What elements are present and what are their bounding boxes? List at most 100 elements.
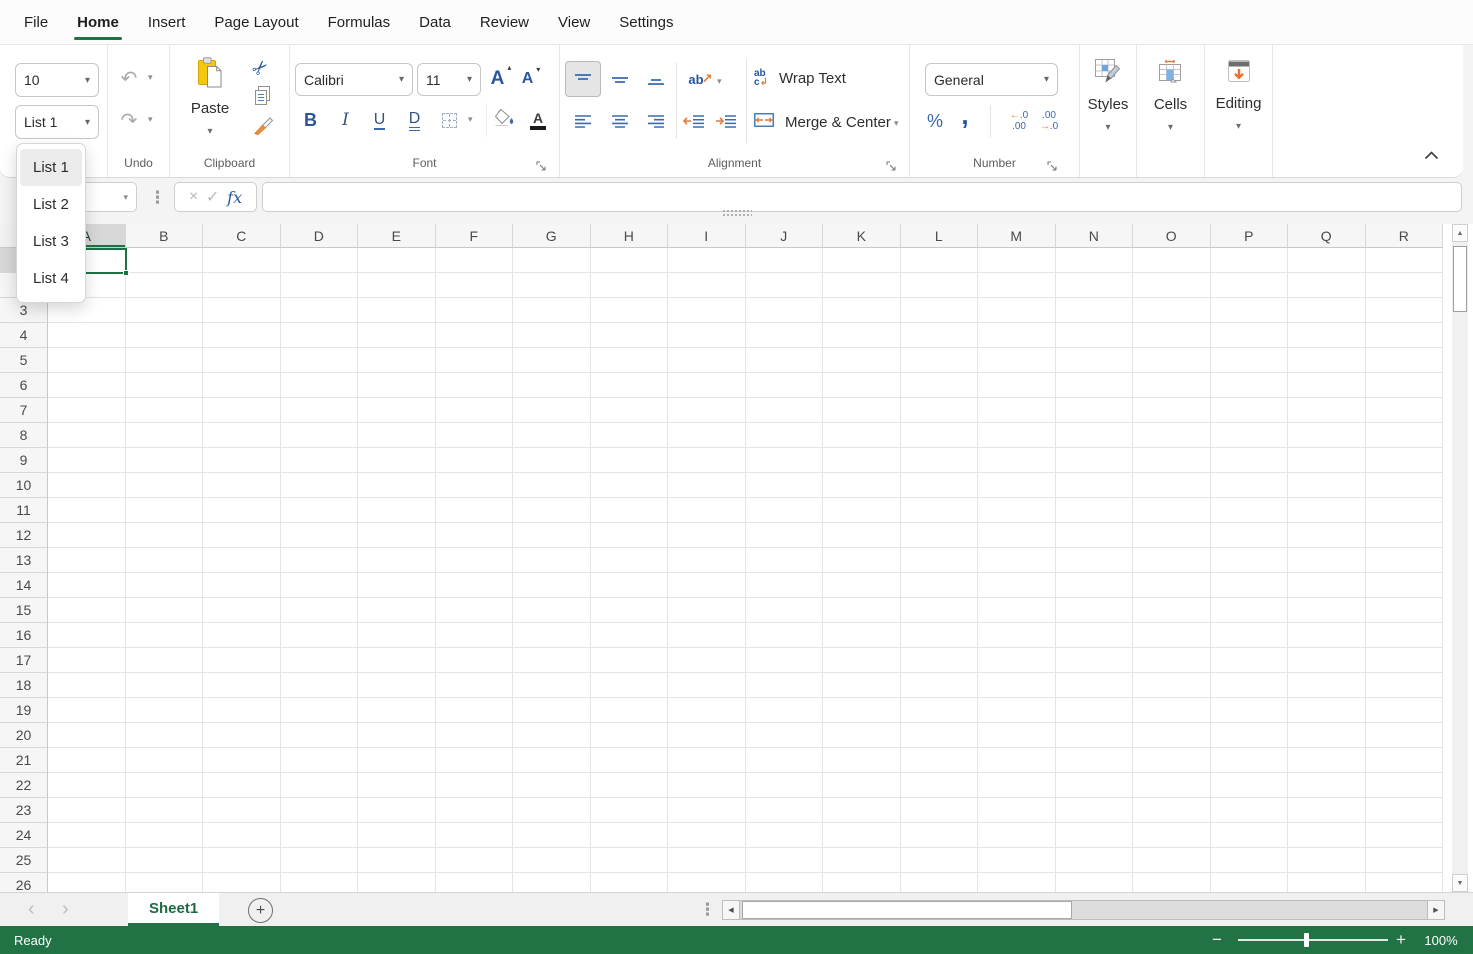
cell-O26[interactable] (1133, 873, 1211, 892)
shrink-font-button[interactable]: A ▾ (514, 64, 541, 94)
cell-Q25[interactable] (1288, 848, 1366, 873)
cell-E6[interactable] (358, 373, 436, 398)
cell-C10[interactable] (203, 473, 281, 498)
row-header-21[interactable]: 21 (0, 748, 48, 773)
cell-E16[interactable] (358, 623, 436, 648)
cell-K3[interactable] (823, 298, 901, 323)
cell-H13[interactable] (590, 548, 668, 573)
cell-B19[interactable] (125, 698, 203, 723)
cell-J26[interactable] (745, 873, 823, 892)
cell-R1[interactable] (1365, 248, 1443, 273)
cell-H2[interactable] (590, 273, 668, 298)
cell-C3[interactable] (203, 298, 281, 323)
increase-indent-button[interactable] (710, 103, 742, 139)
cell-I17[interactable] (668, 648, 746, 673)
cell-R26[interactable] (1365, 873, 1443, 892)
cell-K17[interactable] (823, 648, 901, 673)
number-dialog-launcher-icon[interactable] (1047, 158, 1057, 171)
cell-E14[interactable] (358, 573, 436, 598)
cell-D9[interactable] (280, 448, 358, 473)
cell-J17[interactable] (745, 648, 823, 673)
cell-R2[interactable] (1365, 273, 1443, 298)
cell-H11[interactable] (590, 498, 668, 523)
cell-Q20[interactable] (1288, 723, 1366, 748)
cell-L10[interactable] (900, 473, 978, 498)
cell-B24[interactable] (125, 823, 203, 848)
cell-J12[interactable] (745, 523, 823, 548)
cell-N24[interactable] (1055, 823, 1133, 848)
cell-R18[interactable] (1365, 673, 1443, 698)
cell-L26[interactable] (900, 873, 978, 892)
cell-N16[interactable] (1055, 623, 1133, 648)
cell-K9[interactable] (823, 448, 901, 473)
cell-D22[interactable] (280, 773, 358, 798)
cell-I6[interactable] (668, 373, 746, 398)
cell-G14[interactable] (513, 573, 591, 598)
cell-C2[interactable] (203, 273, 281, 298)
cell-N3[interactable] (1055, 298, 1133, 323)
scroll-right-button[interactable]: ▶ (1427, 901, 1444, 919)
cell-R14[interactable] (1365, 573, 1443, 598)
font-family-combobox[interactable]: Calibri ▾ (295, 63, 413, 96)
column-header-P[interactable]: P (1210, 224, 1288, 248)
cell-E9[interactable] (358, 448, 436, 473)
cell-R11[interactable] (1365, 498, 1443, 523)
cell-M5[interactable] (978, 348, 1056, 373)
dropdown-option-list-4[interactable]: List 4 (20, 260, 82, 297)
cell-O12[interactable] (1133, 523, 1211, 548)
cell-J14[interactable] (745, 573, 823, 598)
cell-J9[interactable] (745, 448, 823, 473)
align-top-button[interactable] (565, 61, 601, 97)
cell-P11[interactable] (1210, 498, 1288, 523)
row-header-14[interactable]: 14 (0, 573, 48, 598)
row-header-25[interactable]: 25 (0, 848, 48, 873)
cell-K21[interactable] (823, 748, 901, 773)
cell-Q24[interactable] (1288, 823, 1366, 848)
cell-M15[interactable] (978, 598, 1056, 623)
cell-D23[interactable] (280, 798, 358, 823)
cell-C17[interactable] (203, 648, 281, 673)
cell-I19[interactable] (668, 698, 746, 723)
cell-R3[interactable] (1365, 298, 1443, 323)
cell-C8[interactable] (203, 423, 281, 448)
cell-N9[interactable] (1055, 448, 1133, 473)
cell-R10[interactable] (1365, 473, 1443, 498)
cell-Q10[interactable] (1288, 473, 1366, 498)
cell-H5[interactable] (590, 348, 668, 373)
cell-N17[interactable] (1055, 648, 1133, 673)
cell-O2[interactable] (1133, 273, 1211, 298)
menu-tab-formulas[interactable]: Formulas (328, 0, 391, 44)
cell-E21[interactable] (358, 748, 436, 773)
cell-Q15[interactable] (1288, 598, 1366, 623)
cell-J25[interactable] (745, 848, 823, 873)
menu-tab-review[interactable]: Review (480, 0, 529, 44)
cell-C12[interactable] (203, 523, 281, 548)
cell-K2[interactable] (823, 273, 901, 298)
cell-A10[interactable] (48, 473, 126, 498)
cell-K7[interactable] (823, 398, 901, 423)
cell-F3[interactable] (435, 298, 513, 323)
cell-C6[interactable] (203, 373, 281, 398)
cell-N7[interactable] (1055, 398, 1133, 423)
cell-I23[interactable] (668, 798, 746, 823)
cell-L19[interactable] (900, 698, 978, 723)
cell-P22[interactable] (1210, 773, 1288, 798)
row-header-24[interactable]: 24 (0, 823, 48, 848)
cell-H10[interactable] (590, 473, 668, 498)
cell-H7[interactable] (590, 398, 668, 423)
cell-C14[interactable] (203, 573, 281, 598)
cell-I7[interactable] (668, 398, 746, 423)
cell-L20[interactable] (900, 723, 978, 748)
cell-J7[interactable] (745, 398, 823, 423)
cell-J20[interactable] (745, 723, 823, 748)
list-select-combobox[interactable]: List 1 ▾ (15, 105, 99, 139)
cell-E15[interactable] (358, 598, 436, 623)
column-header-R[interactable]: R (1365, 224, 1443, 248)
column-header-Q[interactable]: Q (1288, 224, 1366, 248)
cell-A17[interactable] (48, 648, 126, 673)
cell-C7[interactable] (203, 398, 281, 423)
enter-icon[interactable]: ✓ (206, 187, 219, 207)
cell-G13[interactable] (513, 548, 591, 573)
cell-L9[interactable] (900, 448, 978, 473)
column-header-D[interactable]: D (280, 224, 358, 248)
